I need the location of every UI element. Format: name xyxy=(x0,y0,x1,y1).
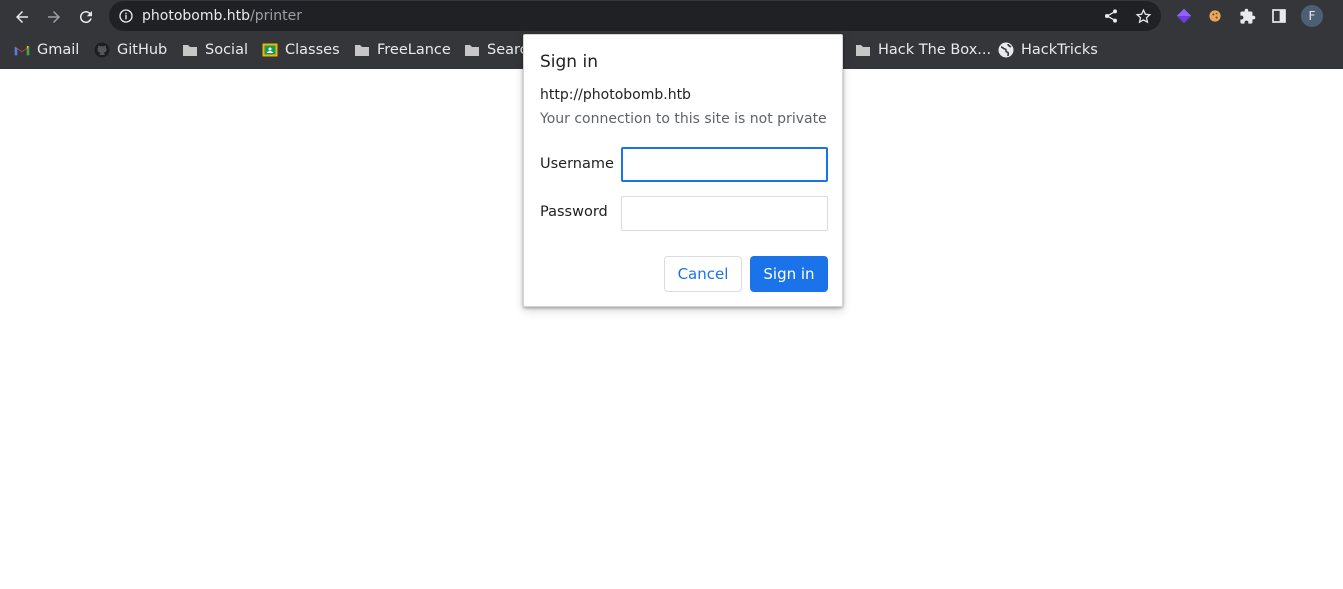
share-icon xyxy=(1105,9,1117,23)
extensions-button[interactable] xyxy=(1237,6,1257,26)
bookmark-label: FreeLance xyxy=(377,42,451,58)
extension-2[interactable] xyxy=(1205,6,1225,26)
bookmark-label: Classes xyxy=(285,42,340,58)
bookmark-star-button[interactable] xyxy=(1134,7,1152,25)
folder-icon xyxy=(182,42,198,58)
bookmark-label: Searc xyxy=(487,42,528,58)
folder-icon xyxy=(464,42,480,58)
gmail-icon xyxy=(14,42,30,58)
bookmark-label: Hack The Box... xyxy=(878,42,992,58)
classroom-icon xyxy=(262,42,278,58)
profile-avatar[interactable]: F xyxy=(1301,5,1323,27)
cancel-button[interactable]: Cancel xyxy=(664,256,742,292)
sign-in-button[interactable]: Sign in xyxy=(750,256,828,292)
github-icon xyxy=(94,42,110,58)
bookmark-classes[interactable]: Classes xyxy=(262,39,340,61)
bookmark-folder-freelance[interactable]: FreeLance xyxy=(354,39,451,61)
back-button[interactable] xyxy=(9,4,35,30)
forward-button[interactable] xyxy=(41,4,67,30)
url-host: photobomb.htb xyxy=(142,8,251,24)
star-icon xyxy=(1135,8,1151,23)
bookmark-hacktricks[interactable]: HackTricks xyxy=(998,39,1098,61)
site-info-icon[interactable] xyxy=(118,8,134,24)
dialog-title: Sign in xyxy=(540,52,598,72)
side-panel-icon xyxy=(1272,9,1286,23)
password-label: Password xyxy=(540,204,608,220)
bookmark-folder-social[interactable]: Social xyxy=(182,39,248,61)
back-arrow-icon xyxy=(16,11,28,23)
bookmark-folder-search[interactable]: Searc xyxy=(464,39,528,61)
bookmark-label: Social xyxy=(205,42,248,58)
http-auth-dialog: Sign in http://photobomb.htb Your connec… xyxy=(523,34,843,307)
purple-diamond-icon xyxy=(1176,8,1192,24)
address-bar[interactable]: photobomb.htb/printer xyxy=(109,1,1161,31)
share-button[interactable] xyxy=(1102,7,1120,25)
folder-icon xyxy=(855,42,871,58)
globe-icon xyxy=(998,42,1014,58)
puzzle-icon xyxy=(1239,8,1255,24)
dialog-origin: http://photobomb.htb xyxy=(540,87,691,103)
folder-icon xyxy=(354,42,370,58)
cookie-icon xyxy=(1209,10,1221,22)
password-field[interactable] xyxy=(621,196,828,231)
username-label: Username xyxy=(540,156,614,172)
bookmark-label: GitHub xyxy=(117,42,168,58)
bookmark-github[interactable]: GitHub xyxy=(94,39,167,61)
url-text[interactable]: photobomb.htb/printer xyxy=(142,7,302,25)
bookmark-label: Gmail xyxy=(37,42,80,58)
bookmark-folder-hackthebox[interactable]: Hack The Box... xyxy=(855,39,991,61)
username-field[interactable] xyxy=(621,147,828,182)
bookmark-label: HackTricks xyxy=(1021,42,1098,58)
reload-icon xyxy=(79,11,92,24)
reload-button[interactable] xyxy=(73,4,99,30)
extension-1[interactable] xyxy=(1174,6,1194,26)
forward-arrow-icon xyxy=(48,11,60,23)
url-path: /printer xyxy=(250,8,303,24)
side-panel-button[interactable] xyxy=(1269,6,1289,26)
browser-toolbar: photobomb.htb/printer F xyxy=(0,0,1343,33)
bookmark-gmail[interactable]: Gmail xyxy=(14,39,79,61)
dialog-warning: Your connection to this site is not priv… xyxy=(540,111,827,127)
